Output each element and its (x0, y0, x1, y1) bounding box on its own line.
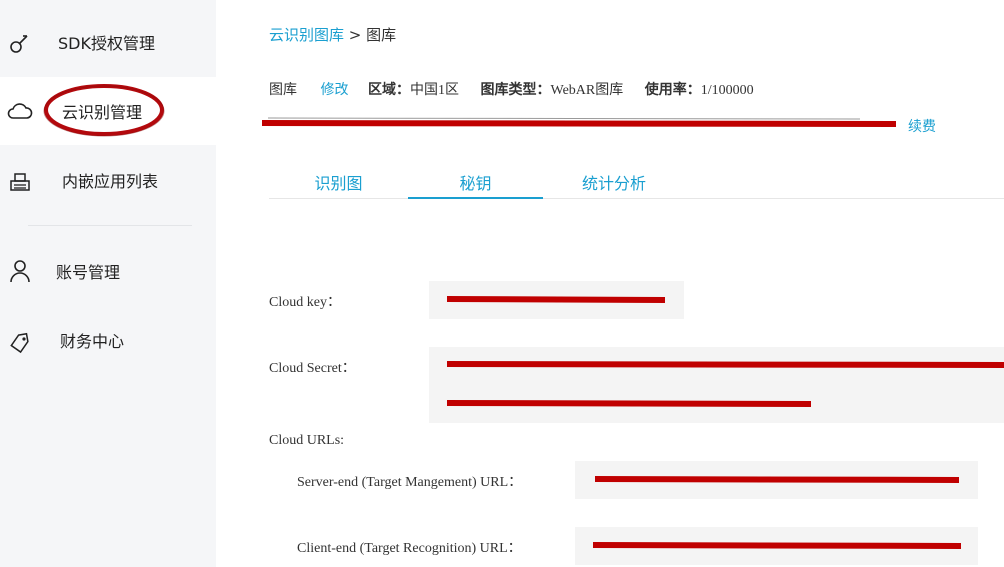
cloud-secret-field[interactable] (429, 347, 1004, 423)
sidebar-item-label: 账号管理 (56, 263, 121, 282)
cloud-key-field[interactable] (429, 281, 684, 319)
edit-link[interactable]: 修改 (321, 83, 349, 98)
gallery-info-row: 图库 修改 区域：中国1区 图库类型：WebAR图库 使用率：1/100000 (269, 79, 760, 99)
type-value: WebAR图库 (550, 83, 624, 98)
renew-link[interactable]: 续费 (908, 116, 936, 136)
sidebar-item-account[interactable]: 账号管理 (0, 237, 216, 305)
sidebar-item-label: SDK授权管理 (58, 34, 155, 53)
type-label: 图库类型： (480, 82, 551, 98)
sdk-key-icon (7, 30, 33, 56)
sidebar-item-finance[interactable]: 财务中心 (0, 306, 216, 374)
sidebar-divider (28, 225, 192, 226)
finance-tag-icon (7, 329, 33, 355)
breadcrumb-current: 图库 (366, 26, 397, 44)
client-url-field[interactable] (575, 527, 978, 565)
breadcrumb: 云识别图库 > 图库 (269, 24, 396, 45)
redacted-cloud-key (447, 296, 665, 303)
redacted-cloud-secret-line1 (447, 361, 1004, 368)
sidebar-item-label: 云识别管理 (62, 103, 143, 122)
sidebar-item-label: 内嵌应用列表 (62, 172, 159, 191)
breadcrumb-parent-link[interactable]: 云识别图库 (269, 26, 344, 44)
cloud-urls-label: Cloud URLs: (269, 433, 345, 448)
main-content: 云识别图库 > 图库 图库 修改 区域：中国1区 图库类型：WebAR图库 使用… (216, 0, 1004, 567)
sidebar-item-sdk-auth[interactable]: SDK授权管理 (0, 8, 216, 76)
client-url-label: Client-end (Target Recognition) URL： (297, 541, 522, 556)
breadcrumb-separator: > (344, 26, 367, 44)
server-url-field[interactable] (575, 461, 978, 499)
sidebar-item-label: 财务中心 (60, 332, 125, 351)
tab-secret-key[interactable]: 秘钥 (408, 170, 543, 199)
tab-statistics[interactable]: 统计分析 (543, 170, 685, 198)
usage-value: 1/100000 (700, 83, 754, 98)
tab-bar: 识别图 秘钥 统计分析 (269, 170, 1004, 199)
region-label: 区域： (368, 82, 410, 98)
cloud-icon (7, 98, 33, 124)
usage-label: 使用率： (644, 82, 701, 98)
printer-icon (7, 169, 33, 195)
redacted-cloud-secret-line2 (447, 400, 811, 407)
redacted-client-url (593, 542, 961, 549)
gallery-label: 图库 (269, 83, 297, 98)
tab-recognition-images[interactable]: 识别图 (269, 170, 408, 198)
user-icon (7, 258, 33, 284)
region-value: 中国1区 (410, 83, 459, 98)
cloud-key-label: Cloud key： (269, 295, 341, 310)
redacted-billing-info (262, 117, 896, 127)
sidebar-item-embedded-apps[interactable]: 内嵌应用列表 (0, 146, 216, 214)
sidebar: SDK授权管理 云识别管理 内嵌应用列表 账号管理 财务中心 (0, 0, 216, 567)
redacted-server-url (595, 476, 959, 483)
cloud-secret-label: Cloud Secret： (269, 361, 356, 376)
sidebar-item-cloud-recognition[interactable]: 云识别管理 (0, 77, 216, 145)
server-url-label: Server-end (Target Mangement) URL： (297, 475, 523, 490)
